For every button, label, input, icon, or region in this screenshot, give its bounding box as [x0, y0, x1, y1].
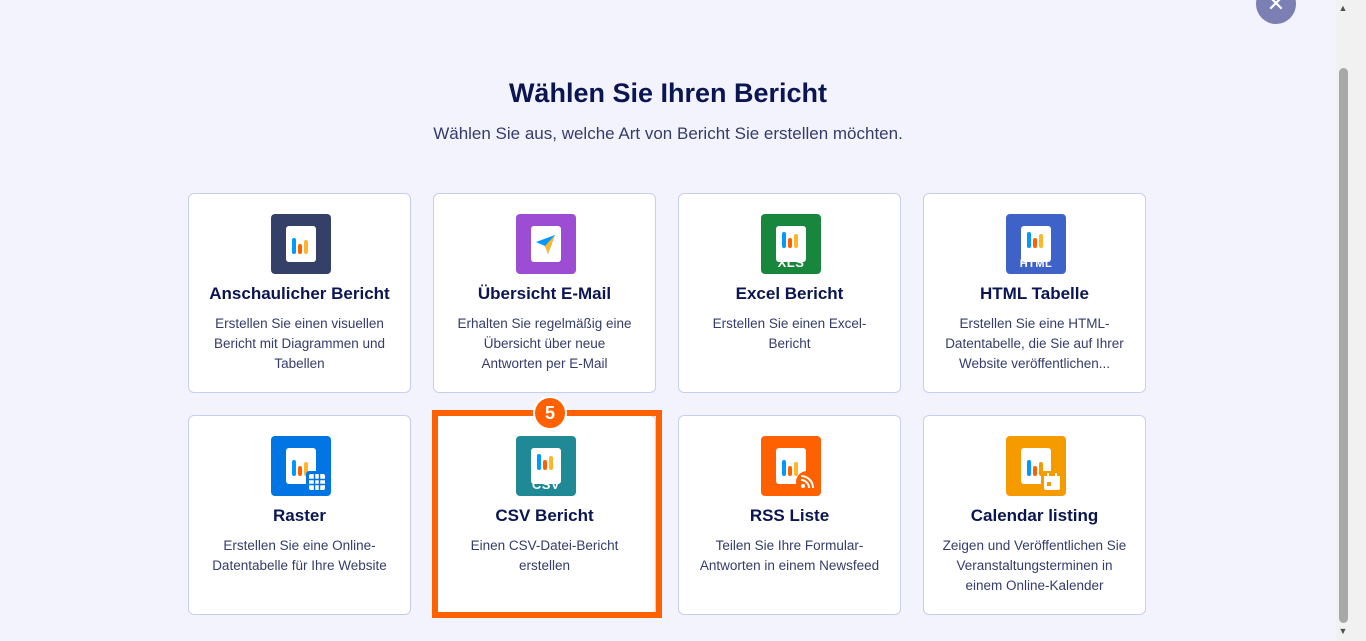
card-grid-report[interactable]: Raster Erstellen Sie eine Online-Datenta… [188, 415, 411, 615]
icon-tag: CSV [531, 477, 561, 492]
card-title: RSS Liste [749, 506, 830, 525]
card-calendar-listing[interactable]: Calendar listing Zeigen und Veröffentlic… [923, 415, 1146, 615]
card-description: Teilen Sie Ihre Formular-Antworten in ei… [699, 538, 880, 573]
card-description: Erhalten Sie regelmäßig eine Übersicht ü… [457, 316, 632, 371]
card-description: Erstellen Sie eine HTML-Datentabelle, di… [945, 316, 1124, 371]
visual-report-icon [271, 214, 331, 274]
email-digest-icon [516, 214, 576, 274]
card-description: Erstellen Sie eine Online-Datentabelle f… [212, 538, 387, 573]
icon-tag: XLS [777, 255, 805, 270]
card-csv-report[interactable]: CSV CSV Bericht Einen CSV-Datei-Bericht … [433, 415, 656, 615]
card-description: Einen CSV-Datei-Bericht erstellen [470, 538, 619, 573]
csv-report-icon: CSV [516, 436, 576, 496]
card-title: CSV Bericht [495, 506, 594, 525]
html-table-icon: HTML [1006, 214, 1066, 274]
page-title: Wählen Sie Ihren Bericht [508, 78, 828, 108]
card-email-digest[interactable]: Übersicht E-Mail Erhalten Sie regelmäßig… [433, 193, 656, 393]
scroll-down-arrow-icon[interactable]: ▼ [1337, 626, 1349, 638]
card-description: Zeigen und Veröffentlichen Sie Veranstal… [942, 538, 1127, 593]
card-title: Anschaulicher Bericht [209, 284, 390, 303]
grid-report-icon [271, 436, 331, 496]
card-description: Erstellen Sie einen visuellen Bericht mi… [213, 316, 386, 371]
close-button[interactable]: ✕ [1256, 0, 1296, 24]
icon-tag: HTML [1019, 258, 1053, 270]
rss-feed-icon [761, 436, 821, 496]
card-title: Übersicht E-Mail [477, 284, 612, 303]
close-icon: ✕ [1266, 0, 1286, 16]
card-excel-report[interactable]: XLS Excel Bericht Erstellen Sie einen Ex… [678, 193, 901, 393]
card-html-table[interactable]: HTML HTML Tabelle Erstellen Sie eine HTM… [923, 193, 1146, 393]
report-selection-page: ✕ Wählen Sie Ihren Bericht Wählen Sie au… [0, 0, 1336, 641]
card-rss-feed[interactable]: RSS Liste Teilen Sie Ihre Formular-Antwo… [678, 415, 901, 615]
step-badge: 5 [533, 396, 567, 430]
card-title: Calendar listing [970, 506, 1099, 525]
page-subtitle: Wählen Sie aus, welche Art von Bericht S… [433, 124, 903, 143]
card-title: Raster [273, 506, 326, 525]
card-description: Erstellen Sie einen Excel-Bericht [712, 316, 867, 351]
card-visual-report[interactable]: Anschaulicher Bericht Erstellen Sie eine… [188, 193, 411, 393]
excel-report-icon: XLS [761, 214, 821, 274]
card-title: HTML Tabelle [980, 284, 1089, 303]
scroll-up-arrow-icon[interactable]: ▲ [1337, 3, 1349, 15]
card-title: Excel Bericht [735, 284, 844, 303]
calendar-listing-icon [1006, 436, 1066, 496]
scrollbar-thumb[interactable] [1339, 68, 1348, 623]
